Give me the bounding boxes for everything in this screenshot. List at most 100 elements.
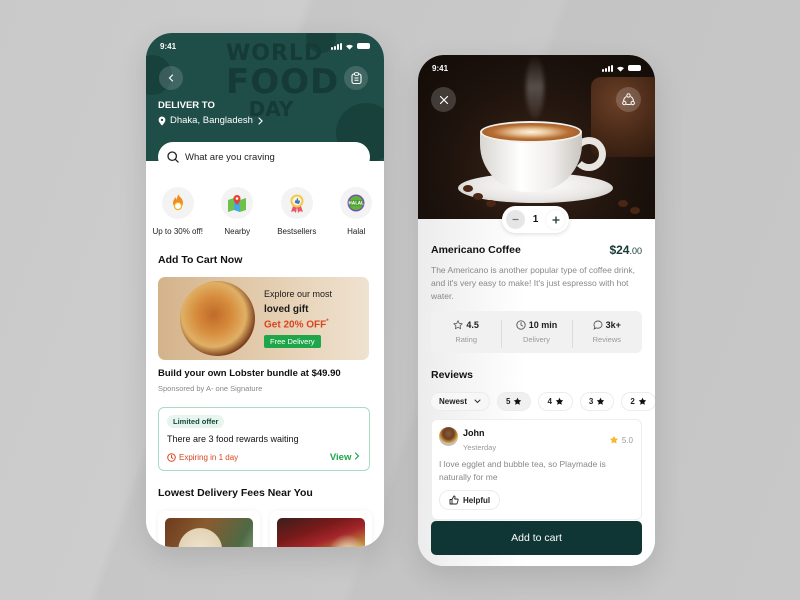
limited-offer-card[interactable]: Limited offer There are 3 food rewards w… (158, 407, 370, 471)
clock-icon (516, 320, 526, 330)
increase-quantity-button[interactable] (546, 210, 565, 229)
bundle-title[interactable]: Build your own Lobster bundle at $49.90 (158, 368, 341, 379)
coffee-bean (473, 193, 483, 200)
product-detail-screen: 9:41 1 Americano Coffee $24.00 The Ameri… (418, 55, 655, 566)
status-time: 9:41 (160, 41, 177, 51)
banner-discount: Get 20% OFF* (264, 319, 332, 330)
back-button[interactable] (159, 66, 183, 90)
filter-value: 5 (506, 397, 511, 406)
banner-discount-mark: * (326, 319, 329, 325)
thumbs-up-icon (449, 495, 459, 505)
coffee-bean (618, 200, 628, 207)
chevron-right-icon (354, 452, 360, 460)
star-outline-icon (453, 320, 464, 330)
category-bestsellers[interactable]: Bestsellers (269, 187, 325, 236)
deliver-to-label: DELIVER TO (158, 100, 215, 111)
latte-art (480, 121, 582, 143)
orders-button[interactable] (344, 66, 368, 90)
filter-value: 4 (547, 397, 552, 406)
filter-4-stars[interactable]: 4 (538, 392, 573, 411)
stat-label: Reviews (592, 335, 621, 344)
location-selector[interactable]: Dhaka, Bangladesh (158, 115, 264, 126)
reviewer-name: John (463, 428, 485, 438)
decrease-quantity-button[interactable] (506, 210, 525, 229)
price-cents: .00 (629, 246, 642, 256)
art-line: FOOD (226, 62, 340, 102)
helpful-button[interactable]: Helpful (439, 490, 501, 510)
category-discount[interactable]: Up to 30% off! (150, 187, 206, 236)
product-price: $24.00 (609, 243, 642, 257)
close-icon (439, 95, 448, 104)
share-icon (622, 93, 635, 106)
add-to-cart-button[interactable]: Add to cart (431, 521, 642, 555)
battery-icon (628, 65, 641, 71)
review-text: I love egglet and bubble tea, so Playmad… (439, 459, 606, 482)
stat-label: Delivery (522, 335, 551, 344)
restaurant-cards (158, 511, 372, 547)
battery-icon (357, 43, 370, 49)
coffee-bean (630, 207, 640, 214)
product-name: Americano Coffee (431, 244, 521, 256)
product-hero-image: 9:41 (418, 55, 655, 219)
quantity-stepper[interactable]: 1 (502, 206, 569, 233)
star-icon (555, 397, 564, 405)
home-screen: WORLD FOOD DAY 9:41 DELIVER TO Dhaka, Ba… (146, 33, 384, 547)
category-label: Up to 30% off! (152, 227, 204, 236)
stat-label: Rating (455, 335, 477, 344)
chevron-left-icon (168, 74, 174, 82)
star-icon (638, 397, 647, 405)
star-icon (609, 435, 618, 444)
review-score-value: 5.0 (621, 435, 633, 445)
review-card: John Yesterday 5.0 I love egglet and bub… (431, 419, 642, 520)
star-icon (514, 397, 522, 405)
category-label: Halal (347, 227, 366, 236)
category-label: Nearby (224, 227, 251, 236)
wifi-icon (617, 66, 624, 72)
category-halal[interactable]: HALAL Halal (329, 187, 385, 236)
helpful-label: Helpful (463, 495, 491, 505)
category-row: Up to 30% off! Nearby Bestsellers HALAL … (146, 187, 384, 236)
close-button[interactable] (431, 87, 456, 112)
share-button[interactable] (616, 87, 641, 112)
wifi-icon (346, 44, 353, 50)
limited-offer-badge: Limited offer (167, 415, 225, 428)
stat-rating: 4.5 Rating (431, 320, 501, 344)
search-icon (167, 151, 179, 163)
search-placeholder: What are you craving (185, 151, 275, 163)
reviews-title: Reviews (431, 369, 474, 381)
filter-value: 2 (630, 397, 635, 406)
filter-5-stars[interactable]: 5 (497, 392, 532, 411)
award-badge-icon (280, 187, 313, 219)
search-input[interactable]: What are you craving (158, 142, 370, 172)
sort-selected: Newest (439, 397, 468, 406)
sort-dropdown[interactable]: Newest (430, 392, 490, 411)
offer-text: There are 3 food rewards waiting (167, 434, 299, 444)
restaurant-card[interactable] (270, 511, 372, 547)
star-icon (597, 397, 605, 405)
category-nearby[interactable]: Nearby (210, 187, 266, 236)
chevron-right-icon (258, 116, 263, 125)
product-description: The Americano is another popular type of… (431, 265, 635, 301)
category-label: Bestsellers (277, 227, 317, 236)
stat-value: 3k+ (605, 320, 621, 330)
signal-icon (331, 42, 342, 50)
stat-reviews: 3k+ Reviews (571, 320, 642, 348)
view-label: View (329, 452, 352, 463)
promo-banner[interactable]: Explore our most loved gift Get 20% OFF*… (158, 277, 369, 360)
filter-value: 3 (588, 397, 594, 406)
offer-expiry: Expiring in 1 day (167, 453, 238, 462)
review-filters: Newest 5 4 3 2 (430, 392, 655, 411)
filter-3-stars[interactable]: 3 (579, 392, 615, 411)
filter-2-stars[interactable]: 2 (621, 392, 655, 411)
coffee-bean (486, 200, 496, 207)
price-main: $24 (609, 243, 630, 257)
plus-icon (551, 215, 560, 224)
banner-text: Explore our most loved gift Get 20% OFF* (264, 289, 332, 330)
minus-icon (512, 218, 519, 221)
restaurant-card[interactable] (158, 511, 260, 547)
product-details: Americano Coffee $24.00 The Americano is… (418, 219, 655, 566)
quantity-value: 1 (532, 214, 539, 225)
view-offer-link[interactable]: View (330, 452, 360, 463)
reviewer-avatar (439, 427, 458, 446)
banner-discount-text: Get 20% OFF (264, 319, 327, 331)
